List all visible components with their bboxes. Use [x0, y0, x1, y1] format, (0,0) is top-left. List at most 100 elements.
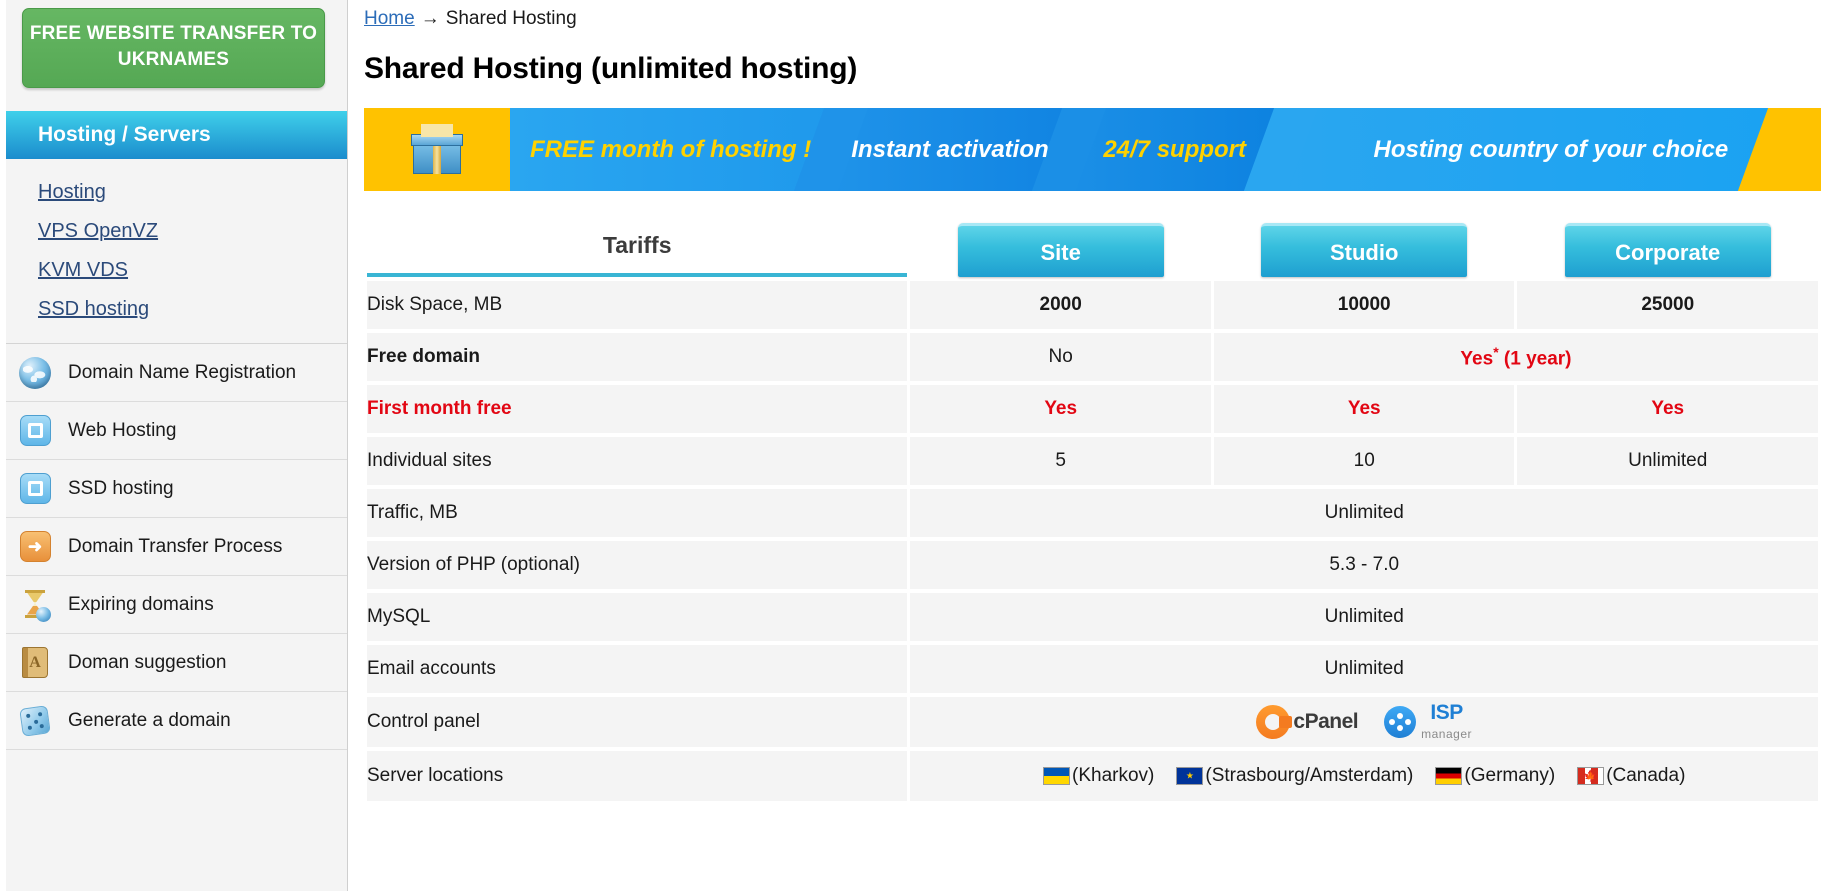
row-label: First month free: [367, 385, 908, 433]
table-body: Disk Space, MB 2000 10000 25000 Free dom…: [367, 281, 1818, 801]
plan-button-studio[interactable]: Studio: [1261, 223, 1468, 277]
sidebar-links: Hosting VPS OpenVZ KVM VDS SSD hosting: [0, 159, 347, 344]
table-row: Traffic, MB Unlimited: [367, 489, 1818, 537]
sidebar-item-doman-suggestion[interactable]: A Doman suggestion: [0, 634, 347, 692]
sidebar-item-label: SSD hosting: [68, 477, 174, 499]
sidebar: FREE WEBSITE TRANSFER TO UKRNAMES Hostin…: [0, 0, 348, 891]
sidebar-link-vps-openvz[interactable]: VPS OpenVZ: [38, 220, 347, 243]
row-value-free-domain-yes: Yes* (1 year): [1213, 333, 1818, 381]
location-strasbourg-amsterdam: (Strasbourg/Amsterdam): [1176, 765, 1413, 787]
table-row: Disk Space, MB 2000 10000 25000: [367, 281, 1818, 329]
row-value: Unlimited: [910, 593, 1818, 641]
sidebar-item-domain-name-registration[interactable]: Domain Name Registration: [0, 344, 347, 402]
location-kharkov: (Kharkov): [1043, 765, 1154, 787]
isp-manager-label: manager: [1421, 727, 1473, 741]
breadcrumb-home-link[interactable]: Home: [364, 8, 415, 29]
plan-header-site: Site: [910, 205, 1211, 277]
location-canada: (Canada): [1577, 765, 1685, 787]
promo-segment-free-month: FREE month of hosting !: [510, 108, 832, 191]
sidebar-item-label: Web Hosting: [68, 419, 177, 441]
book-icon: A: [18, 646, 52, 680]
sidebar-item-label: Domain Name Registration: [68, 361, 297, 383]
sidebar-item-expiring-domains[interactable]: Expiring domains: [0, 576, 347, 634]
canada-flag-icon: [1577, 767, 1605, 785]
row-value: Unlimited: [910, 489, 1818, 537]
sidebar-item-label: Domain Transfer Process: [68, 535, 283, 557]
row-label: Version of PHP (optional): [367, 541, 908, 589]
cpanel-logo-icon[interactable]: cPanel: [1256, 705, 1359, 739]
row-value: Yes: [1213, 385, 1515, 433]
row-value: Unlimited: [1517, 437, 1818, 485]
row-value-control-panels: cPanel ISP manager: [910, 697, 1818, 747]
gift-box-icon: [364, 108, 510, 191]
germany-flag-icon: [1435, 767, 1463, 785]
sidebar-item-web-hosting[interactable]: Web Hosting: [0, 402, 347, 460]
row-label: Disk Space, MB: [367, 281, 908, 329]
sidebar-item-ssd-hosting[interactable]: SSD hosting: [0, 460, 347, 518]
location-label: (Strasbourg/Amsterdam): [1205, 765, 1414, 786]
tariffs-header-label: Tariffs: [367, 205, 908, 277]
main-content: Home → Shared Hosting Shared Hosting (unli…: [348, 0, 1837, 891]
tariff-comparison-table: Tariffs Site Studio Corporate Disk Space…: [364, 201, 1821, 805]
arrow-right-icon: ➜: [18, 530, 52, 564]
row-label: Traffic, MB: [367, 489, 908, 537]
sidebar-item-label: Doman suggestion: [68, 651, 227, 673]
page-root: FREE WEBSITE TRANSFER TO UKRNAMES Hostin…: [0, 0, 1837, 891]
row-label: MySQL: [367, 593, 908, 641]
table-row: Free domain No Yes* (1 year): [367, 333, 1818, 381]
page-title: Shared Hosting (unlimited hosting): [364, 52, 858, 85]
sidebar-section-title: Hosting / Servers: [0, 111, 347, 159]
row-value: 25000: [1517, 281, 1818, 329]
plan-button-site[interactable]: Site: [957, 223, 1164, 277]
isp-label: ISP: [1430, 701, 1463, 724]
plan-button-corporate[interactable]: Corporate: [1564, 223, 1771, 277]
breadcrumb-arrow-icon: →: [420, 8, 440, 29]
row-value: 10000: [1213, 281, 1515, 329]
breadcrumb-current: Shared Hosting: [445, 8, 577, 29]
promo-strip-right-wedge: [1775, 108, 1821, 191]
ispmanager-logo-icon[interactable]: ISP manager: [1384, 702, 1472, 742]
sidebar-item-label: Generate a domain: [68, 709, 231, 731]
breadcrumb: Home → Shared Hosting: [364, 0, 1837, 30]
row-value: 5.3 - 7.0: [910, 541, 1818, 589]
row-label: Control panel: [367, 697, 908, 747]
row-value: Yes: [910, 385, 1211, 433]
row-label: Email accounts: [367, 645, 908, 693]
table-row: Control panel cPanel ISP manager: [367, 697, 1818, 747]
sidebar-link-kvm-vds[interactable]: KVM VDS: [38, 259, 347, 282]
table-row: MySQL Unlimited: [367, 593, 1818, 641]
row-value: Unlimited: [910, 645, 1818, 693]
plan-header-corporate: Corporate: [1517, 205, 1818, 277]
table-row: First month free Yes Yes Yes: [367, 385, 1818, 433]
sidebar-link-ssd-hosting[interactable]: SSD hosting: [38, 298, 347, 321]
promo-segment-instant-activation: Instant activation: [831, 108, 1069, 191]
free-website-transfer-button[interactable]: FREE WEBSITE TRANSFER TO UKRNAMES: [22, 8, 325, 88]
row-value: 10: [1213, 437, 1515, 485]
row-value: No: [910, 333, 1211, 381]
eu-flag-icon: [1176, 767, 1204, 785]
row-label: Server locations: [367, 751, 908, 801]
row-value: Yes: [1517, 385, 1818, 433]
row-label: Free domain: [367, 333, 908, 381]
sidebar-item-generate-a-domain[interactable]: Generate a domain: [0, 692, 347, 750]
row-value: 5: [910, 437, 1211, 485]
table-header-row: Tariffs Site Studio Corporate: [367, 205, 1818, 277]
rounded-square-icon: [18, 472, 52, 506]
table-row: Version of PHP (optional) 5.3 - 7.0: [367, 541, 1818, 589]
location-germany: (Germany): [1435, 765, 1555, 787]
row-value: 2000: [910, 281, 1211, 329]
tariff-table-wrapper: Tariffs Site Studio Corporate Disk Space…: [364, 201, 1821, 805]
table-row: Email accounts Unlimited: [367, 645, 1818, 693]
table-row: Individual sites 5 10 Unlimited: [367, 437, 1818, 485]
row-value-server-locations: (Kharkov) (Strasbourg/Amsterdam) (German…: [910, 751, 1818, 801]
hourglass-icon: [18, 588, 52, 622]
cpanel-label: cPanel: [1293, 710, 1359, 733]
promo-strip-banner[interactable]: FREE month of hosting ! Instant activati…: [364, 108, 1821, 191]
sidebar-link-hosting[interactable]: Hosting: [38, 181, 347, 204]
row-label: Individual sites: [367, 437, 908, 485]
sidebar-item-domain-transfer-process[interactable]: ➜ Domain Transfer Process: [0, 518, 347, 576]
table-row: Server locations (Kharkov) (Strasbourg/A…: [367, 751, 1818, 801]
location-label: (Kharkov): [1072, 765, 1155, 786]
promo-segment-hosting-country: Hosting country of your choice: [1280, 108, 1821, 191]
sidebar-item-label: Expiring domains: [68, 593, 214, 615]
